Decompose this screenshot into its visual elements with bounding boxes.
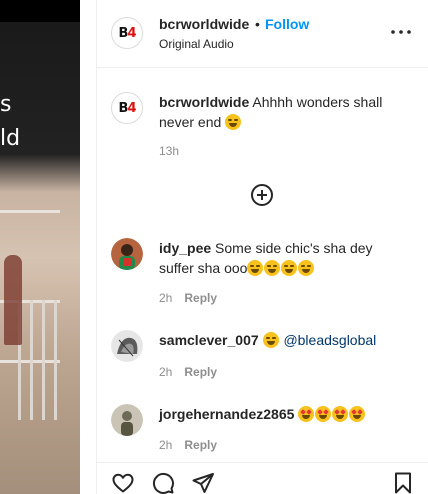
plus-circle-icon (251, 184, 273, 206)
grinning-sweat-emoji-icon (247, 260, 264, 276)
star-struck-emoji-icon (332, 406, 349, 422)
star-struck-emoji-icon (349, 406, 366, 422)
avatar[interactable] (111, 404, 143, 436)
comment-mention-link[interactable]: @bleadsglobal (283, 332, 376, 348)
avatar[interactable]: B4 (111, 17, 143, 49)
caption-username[interactable]: bcrworldwide (159, 94, 249, 110)
list-item: jorgehernandez2865 2h Reply (97, 402, 428, 458)
video-caption-line-2: ld (0, 126, 21, 151)
save-button[interactable] (391, 471, 415, 494)
post-caption: B4 bcrworldwide Ahhhh wonders shall neve… (97, 90, 428, 160)
star-struck-emoji-icon (315, 406, 332, 422)
comment-time: 2h (159, 291, 173, 305)
caption-meta: 13h (159, 144, 179, 158)
brand-logo: B4 (118, 100, 137, 116)
caption-text: bcrworldwide Ahhhh wonders shall never e… (159, 92, 399, 132)
comment-text: idy_pee Some side chic's sha dey suffer … (159, 238, 399, 278)
comment-icon (152, 472, 174, 494)
load-more-comments-button[interactable] (250, 183, 274, 207)
reply-button[interactable]: Reply (184, 438, 217, 452)
action-bar (97, 462, 428, 494)
comment-username[interactable]: samclever_007 (159, 332, 259, 348)
star-struck-emoji-icon (298, 406, 315, 422)
comments-panel: B4 bcrworldwide • Follow Original Audio … (96, 0, 428, 494)
grinning-sweat-emoji-icon (281, 260, 298, 276)
follow-button[interactable]: Follow (265, 16, 309, 32)
comment-time: 2h (159, 438, 173, 452)
balcony-post (30, 300, 33, 420)
like-button[interactable] (111, 471, 135, 494)
grinning-sweat-emoji-icon (225, 114, 242, 130)
audio-label[interactable]: Original Audio (159, 37, 234, 51)
comment-username[interactable]: jorgehernandez2865 (159, 406, 294, 422)
video-player[interactable]: s ld (0, 0, 80, 494)
comment-text: samclever_007 @bleadsglobal (159, 330, 399, 350)
list-item: idy_pee Some side chic's sha dey suffer … (97, 236, 428, 310)
header-username[interactable]: bcrworldwide (159, 16, 249, 32)
send-icon (192, 473, 214, 493)
video-caption-line-1: s (0, 92, 12, 117)
comment-time: 2h (159, 365, 173, 379)
avatar[interactable] (111, 330, 143, 362)
more-options-icon[interactable] (389, 22, 413, 42)
grinning-sweat-emoji-icon (262, 332, 279, 348)
video-person (4, 255, 22, 345)
grinning-sweat-emoji-icon (298, 260, 315, 276)
bookmark-icon (395, 472, 411, 494)
avatar[interactable] (111, 238, 143, 270)
separator-dot: • (255, 16, 260, 32)
grinning-sweat-emoji-icon (264, 260, 281, 276)
comment-text: jorgehernandez2865 (159, 404, 399, 424)
comment-meta: 2h Reply (159, 365, 217, 379)
list-item: samclever_007 @bleadsglobal 2h Reply (97, 328, 428, 388)
balcony-post (54, 300, 57, 420)
reply-button[interactable]: Reply (184, 365, 217, 379)
comment-meta: 2h Reply (159, 291, 217, 305)
comment-button[interactable] (151, 471, 175, 494)
share-button[interactable] (191, 471, 215, 494)
comment-username[interactable]: idy_pee (159, 240, 211, 256)
post-header: B4 bcrworldwide • Follow Original Audio (97, 0, 428, 68)
brand-logo: B4 (118, 25, 137, 41)
heart-icon (112, 473, 134, 493)
reply-button[interactable]: Reply (184, 291, 217, 305)
avatar[interactable]: B4 (111, 92, 143, 124)
caption-time: 13h (159, 144, 180, 158)
balcony-post (42, 300, 45, 420)
balcony-rail (0, 210, 60, 213)
comment-meta: 2h Reply (159, 438, 217, 452)
